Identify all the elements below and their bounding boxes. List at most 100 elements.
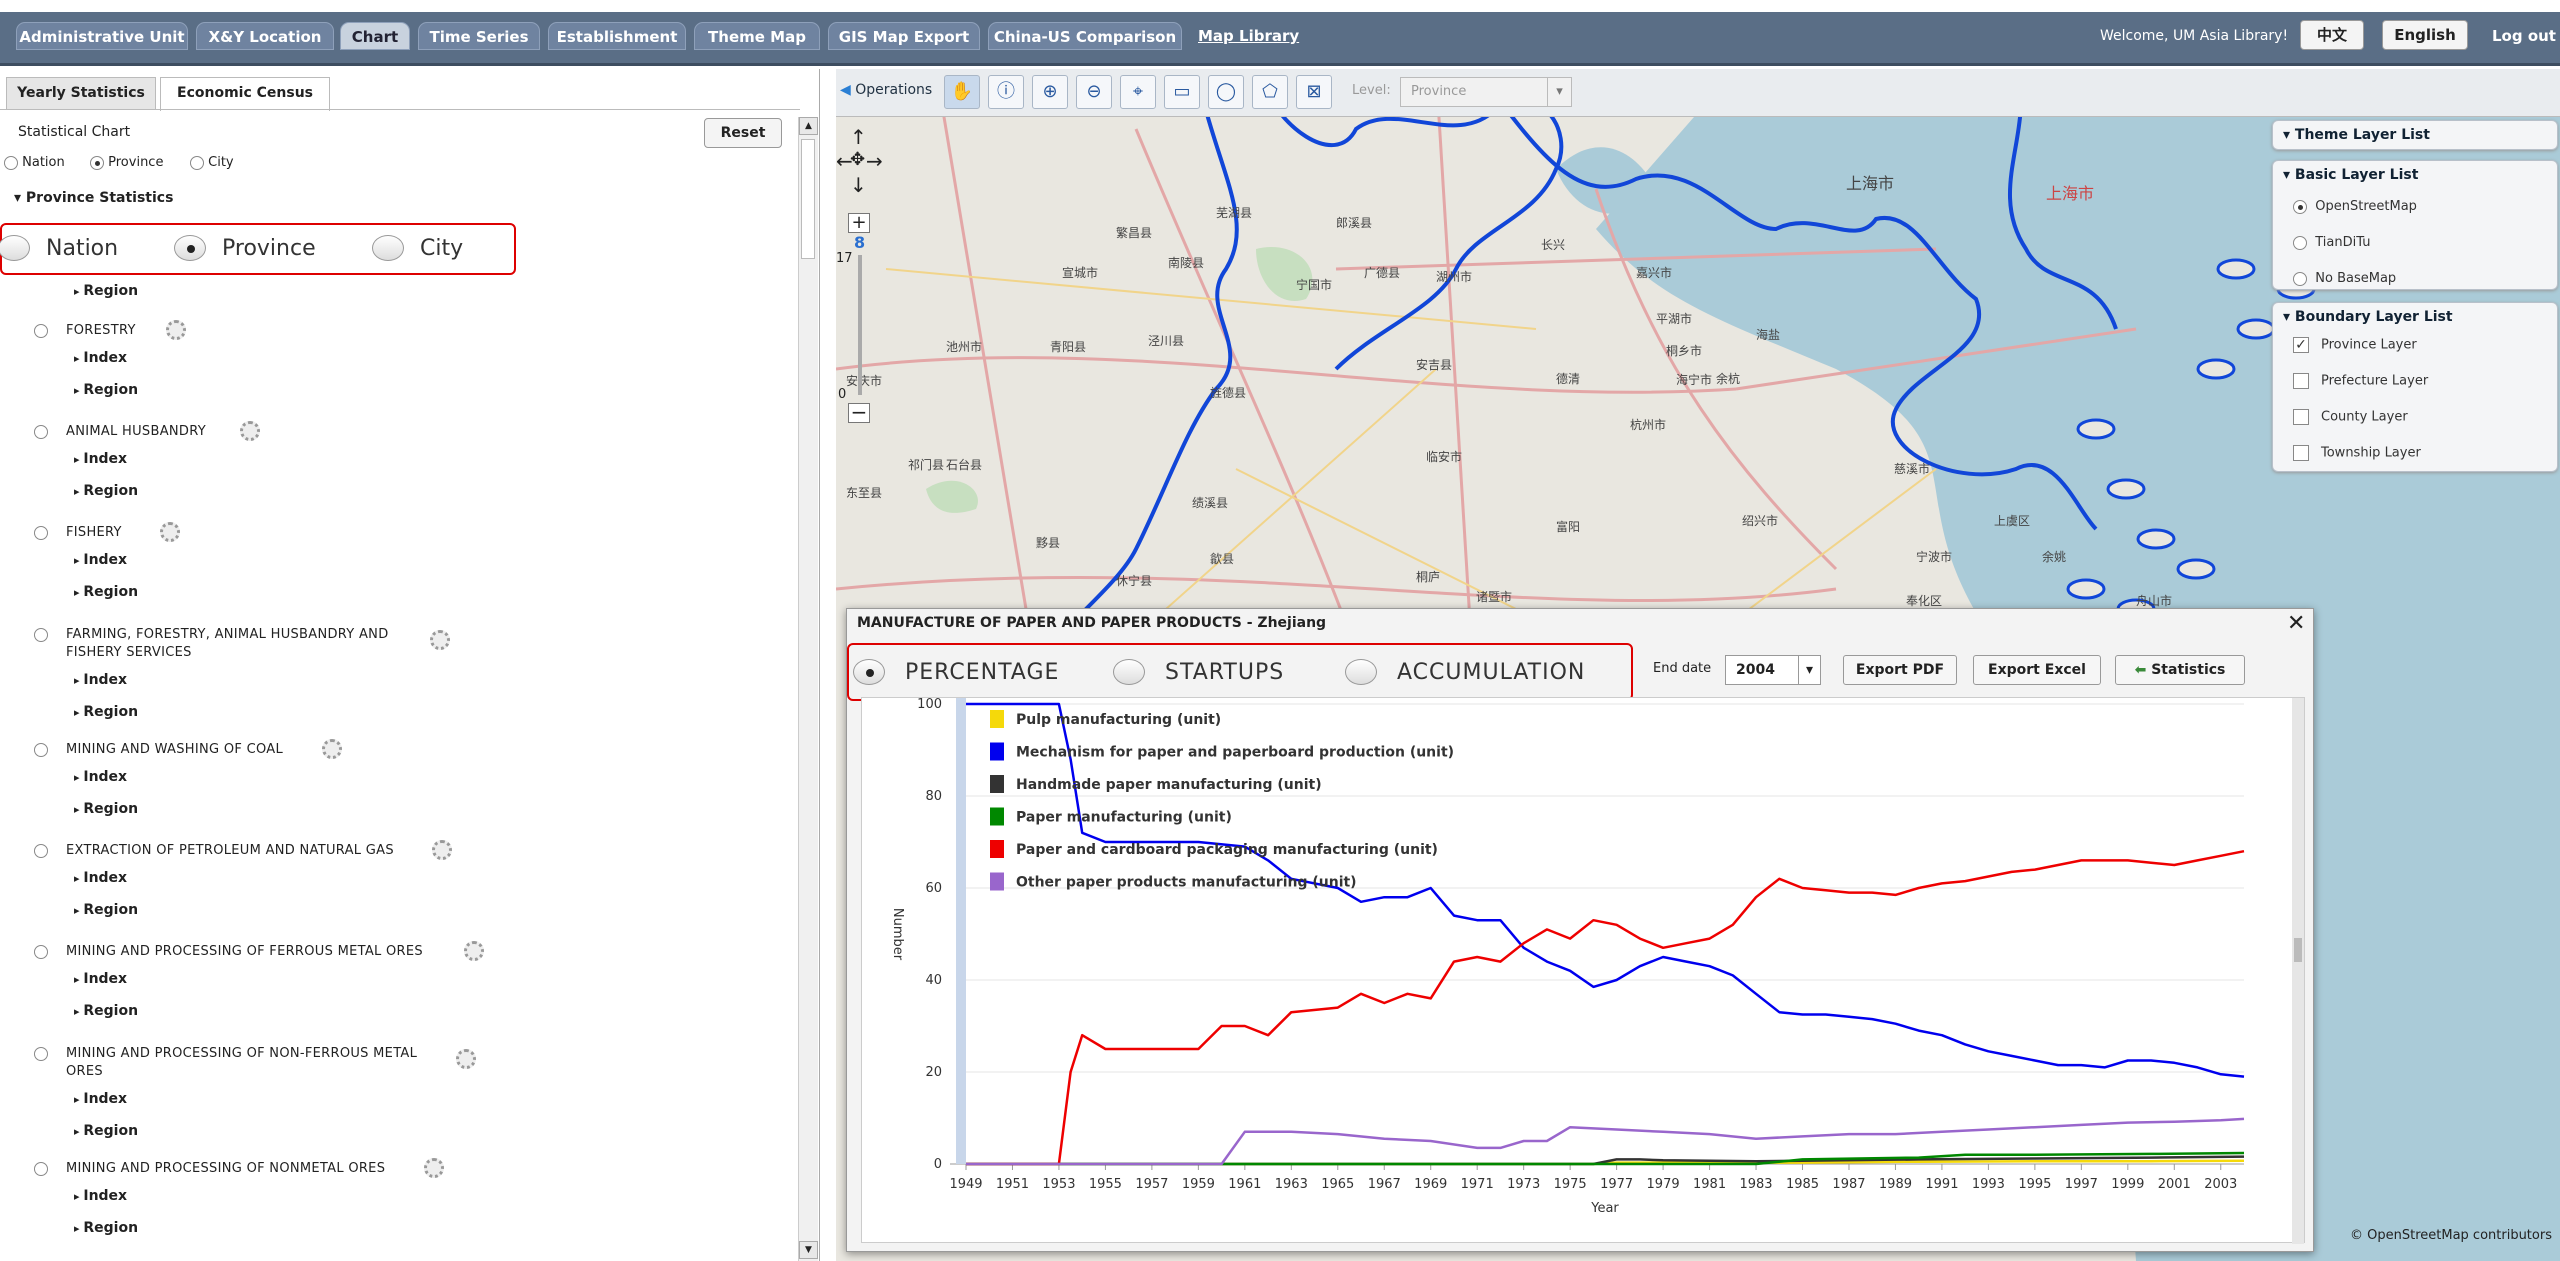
radio-tianditu[interactable] (2293, 235, 2307, 250)
pan-up-icon[interactable]: ↑ (850, 125, 867, 149)
province-statistics-toggle[interactable]: ▾ Province Statistics (14, 190, 173, 206)
index-toggle[interactable]: Index (74, 1188, 127, 1204)
big-radio-province-circle[interactable] (174, 235, 206, 261)
gear-icon[interactable] (424, 1158, 444, 1178)
pan-down-icon[interactable]: ↓ (850, 173, 867, 197)
chinese-language-button[interactable]: 中文 (2300, 20, 2364, 50)
index-toggle[interactable]: Index (74, 552, 127, 568)
tab-administrative-unit[interactable]: Administrative Unit (16, 22, 188, 50)
category-radio[interactable] (34, 1162, 48, 1176)
point-tool-icon[interactable]: ⌖ (1120, 75, 1156, 109)
tab-yearly-statistics[interactable]: Yearly Statistics (6, 77, 156, 109)
checkbox-township[interactable] (2293, 445, 2309, 461)
category-radio[interactable] (34, 628, 48, 642)
statistics-button[interactable]: ⬅ Statistics (2115, 655, 2245, 685)
end-date-select[interactable]: 2004 ▾ (1725, 655, 1821, 685)
gear-icon[interactable] (432, 840, 452, 860)
gear-icon[interactable] (166, 320, 186, 340)
radio-openstreetmap[interactable] (2293, 199, 2307, 214)
category-radio[interactable] (34, 1047, 48, 1061)
region-toggle[interactable]: Region (74, 1123, 138, 1139)
pan-center-icon[interactable]: ✥ (850, 149, 865, 170)
gear-icon[interactable] (322, 739, 342, 759)
layer-prefecture[interactable]: Prefecture Layer (2293, 373, 2428, 389)
info-tool-icon[interactable]: ⓘ (988, 75, 1024, 109)
category-radio[interactable] (34, 945, 48, 959)
region-toggle[interactable]: Region (74, 382, 138, 398)
reset-button[interactable]: Reset (704, 118, 782, 148)
category-radio[interactable] (34, 324, 48, 338)
rectangle-tool-icon[interactable]: ▭ (1164, 75, 1200, 109)
category-radio[interactable] (34, 743, 48, 757)
level-radio-city[interactable]: City (190, 155, 234, 170)
checkbox-checked-icon[interactable]: ✓ (2293, 337, 2309, 353)
index-toggle[interactable]: Index (74, 971, 127, 987)
region-toggle[interactable]: Region (74, 704, 138, 720)
basemap-openstreetmap[interactable]: OpenStreetMap (2293, 199, 2417, 214)
checkbox-prefecture[interactable] (2293, 373, 2309, 389)
zoom-in-tool-icon[interactable]: ⊕ (1032, 75, 1068, 109)
close-icon[interactable]: ✕ (2287, 611, 2305, 636)
category-radio[interactable] (34, 844, 48, 858)
gear-icon[interactable] (456, 1049, 476, 1069)
tab-economic-census[interactable]: Economic Census (160, 77, 330, 111)
left-scrollbar[interactable]: ▲ ▼ (798, 117, 818, 1261)
gear-icon[interactable] (430, 630, 450, 650)
mode-startups[interactable]: STARTUPS (1113, 659, 1284, 685)
mode-percentage[interactable]: PERCENTAGE (853, 659, 1059, 685)
big-radio-nation[interactable]: Nation (0, 235, 118, 261)
tab-chart[interactable]: Chart (340, 22, 410, 50)
gear-icon[interactable] (160, 522, 180, 542)
zoom-minus-button[interactable]: − (848, 402, 870, 423)
big-radio-nation-circle[interactable] (0, 235, 30, 261)
theme-layer-list[interactable]: ▾ Theme Layer List (2272, 120, 2558, 150)
export-excel-button[interactable]: Export Excel (1973, 655, 2101, 685)
pan-right-icon[interactable]: → (866, 149, 883, 173)
radio-percentage[interactable] (853, 659, 885, 685)
layer-county[interactable]: County Layer (2293, 409, 2408, 425)
tab-time-series[interactable]: Time Series (418, 22, 540, 50)
tab-china-us-comparison[interactable]: China-US Comparison (988, 22, 1182, 50)
basemap-none[interactable]: No BaseMap (2293, 271, 2396, 286)
export-pdf-button[interactable]: Export PDF (1843, 655, 1957, 685)
scroll-down-arrow[interactable]: ▼ (799, 1241, 818, 1259)
checkbox-county[interactable] (2293, 409, 2309, 425)
basemap-tianditu[interactable]: TianDiTu (2293, 235, 2370, 250)
polygon-tool-icon[interactable]: ⬠ (1252, 75, 1288, 109)
region-toggle-top[interactable]: Region (74, 283, 138, 299)
radio-no-basemap[interactable] (2293, 271, 2307, 286)
index-toggle[interactable]: Index (74, 769, 127, 785)
index-toggle[interactable]: Index (74, 350, 127, 366)
layer-province[interactable]: ✓ Province Layer (2293, 337, 2417, 353)
layer-township[interactable]: Township Layer (2293, 445, 2421, 461)
category-radio[interactable] (34, 526, 48, 540)
collapse-icon[interactable]: ◀ (840, 82, 851, 98)
zoom-out-tool-icon[interactable]: ⊖ (1076, 75, 1112, 109)
tab-xy-location[interactable]: X&Y Location (196, 22, 334, 50)
english-language-button[interactable]: English (2382, 20, 2468, 50)
clear-tool-icon[interactable]: ⊠ (1296, 75, 1332, 109)
radio-startups[interactable] (1113, 659, 1145, 685)
scroll-up-arrow[interactable]: ▲ (799, 117, 818, 135)
mode-accumulation[interactable]: ACCUMULATION (1345, 659, 1585, 685)
region-toggle[interactable]: Region (74, 584, 138, 600)
index-toggle[interactable]: Index (74, 1091, 127, 1107)
big-radio-city[interactable]: City (372, 235, 463, 261)
region-toggle[interactable]: Region (74, 1220, 138, 1236)
level-radio-province[interactable]: Province (90, 155, 163, 170)
index-toggle[interactable]: Index (74, 672, 127, 688)
gear-icon[interactable] (464, 941, 484, 961)
zoom-slider[interactable] (858, 255, 862, 395)
region-toggle[interactable]: Region (74, 1003, 138, 1019)
tab-gis-map-export[interactable]: GIS Map Export (828, 22, 980, 50)
region-toggle[interactable]: Region (74, 483, 138, 499)
region-toggle[interactable]: Region (74, 902, 138, 918)
pan-tool-icon[interactable]: ✋ (944, 75, 980, 109)
zoom-plus-button[interactable]: + (848, 213, 870, 233)
circle-tool-icon[interactable]: ◯ (1208, 75, 1244, 109)
level-select[interactable]: Province ▾ (1400, 77, 1572, 107)
index-toggle[interactable]: Index (74, 451, 127, 467)
region-toggle[interactable]: Region (74, 801, 138, 817)
radio-province[interactable] (90, 155, 104, 170)
radio-accumulation[interactable] (1345, 659, 1377, 685)
